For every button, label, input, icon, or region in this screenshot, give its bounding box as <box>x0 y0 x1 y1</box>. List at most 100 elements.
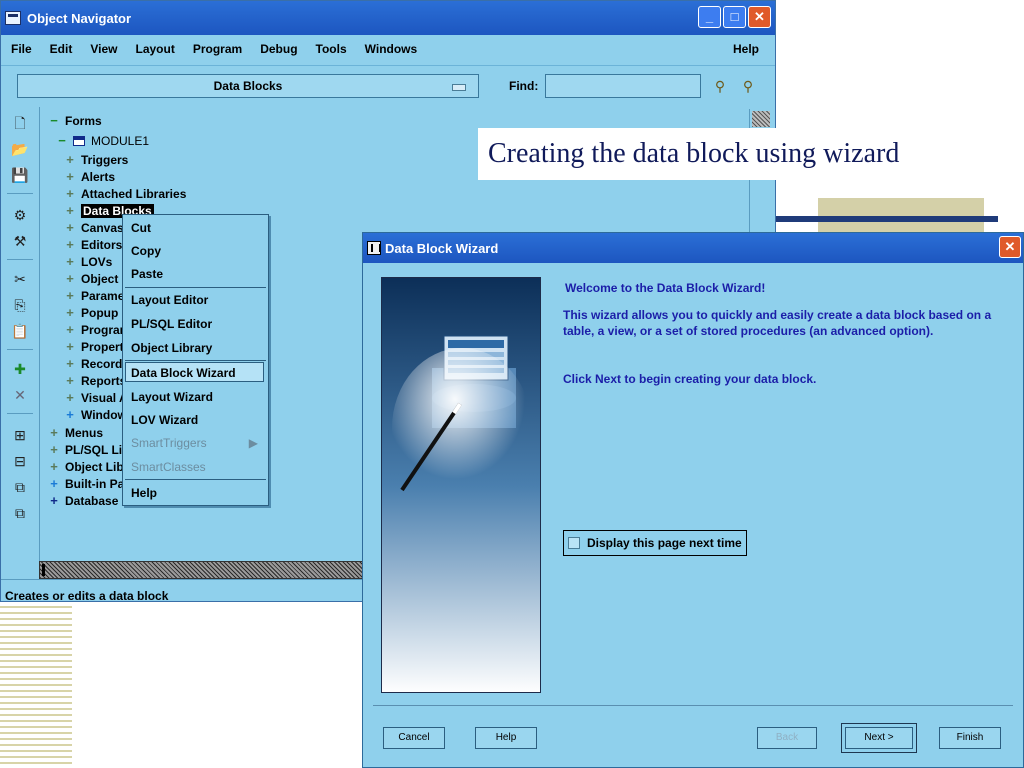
paste-icon[interactable]: 📋 <box>9 321 31 341</box>
menu-separator <box>125 287 266 288</box>
menu-help[interactable]: Help <box>733 42 759 56</box>
create-icon[interactable]: ✚ <box>9 359 31 379</box>
expand-node-icon[interactable]: + <box>64 289 76 303</box>
expand-icon[interactable]: ⊞ <box>9 425 31 445</box>
find-next-icon[interactable]: ⚲ <box>711 78 729 94</box>
tree-node[interactable]: + Editors <box>64 237 122 253</box>
toolbar-separator <box>7 259 33 260</box>
back-button[interactable]: Back <box>757 727 817 749</box>
menu-program[interactable]: Program <box>193 42 242 56</box>
menu-file[interactable]: File <box>11 42 32 56</box>
cut-icon[interactable]: ✂ <box>9 269 31 289</box>
tree-node[interactable]: + Menus <box>48 425 103 441</box>
dropdown-icon <box>452 84 466 91</box>
minimize-button[interactable]: _ <box>698 6 721 28</box>
expand-node-icon[interactable]: + <box>48 477 60 491</box>
collapse-node-icon[interactable]: − <box>48 114 60 128</box>
expand-node-icon[interactable]: + <box>64 187 76 201</box>
tree-node-module[interactable]: − MODULE1 <box>56 133 149 149</box>
save-icon[interactable]: 💾 <box>9 165 31 185</box>
menu-item-object-library[interactable]: Object Library <box>129 338 264 358</box>
navigator-title: Object Navigator <box>27 10 132 26</box>
submenu-arrow-icon: ▶ <box>248 436 258 450</box>
expand-node-icon[interactable]: + <box>64 391 76 405</box>
tree-node[interactable]: + Alerts <box>64 169 115 185</box>
object-type-dropdown[interactable]: Data Blocks <box>17 74 479 98</box>
expand-node-icon[interactable]: + <box>64 408 76 422</box>
menu-item-layout-wizard[interactable]: Layout Wizard <box>129 387 264 407</box>
expand-node-icon[interactable]: + <box>64 221 76 235</box>
tree-node[interactable]: + LOVs <box>64 254 112 270</box>
navigator-toolbar: Data Blocks Find: ⚲ ⚲ <box>1 65 775 105</box>
slide-title-banner: Creating the data block using wizard <box>478 128 1001 180</box>
menu-item-data-block-wizard[interactable]: Data Block Wizard <box>125 362 264 382</box>
new-file-icon[interactable]: 🗋 <box>9 113 31 133</box>
expand-node-icon[interactable]: + <box>48 443 60 457</box>
close-button[interactable]: ✕ <box>748 6 771 28</box>
checkbox-unchecked-icon <box>568 537 580 549</box>
tree-node[interactable]: + Triggers <box>64 152 128 168</box>
menu-item-lov-wizard[interactable]: LOV Wizard <box>129 410 264 430</box>
expand-node-icon[interactable]: + <box>48 460 60 474</box>
navigator-titlebar: Object Navigator _ □ ✕ <box>1 1 775 35</box>
run-form-icon[interactable]: ⚙ <box>9 205 31 225</box>
expand-all-icon[interactable]: ⧉ <box>9 477 31 497</box>
delete-icon[interactable]: ✕ <box>9 385 31 405</box>
decorative-stripes <box>0 600 72 768</box>
collapse-icon[interactable]: ⊟ <box>9 451 31 471</box>
menu-item-paste[interactable]: Paste <box>129 264 264 284</box>
cancel-button[interactable]: Cancel <box>383 727 445 749</box>
menu-tools[interactable]: Tools <box>316 42 347 56</box>
expand-node-icon[interactable]: + <box>64 153 76 167</box>
expand-node-icon[interactable]: + <box>64 255 76 269</box>
debug-icon[interactable]: ⚒ <box>9 231 31 251</box>
expand-node-icon[interactable]: + <box>64 204 76 218</box>
menu-layout[interactable]: Layout <box>135 42 174 56</box>
maximize-button[interactable]: □ <box>723 6 746 28</box>
next-button[interactable]: Next > <box>841 723 917 753</box>
decorative-line <box>776 216 998 222</box>
menu-windows[interactable]: Windows <box>365 42 418 56</box>
horizontal-scrollbar[interactable] <box>39 561 369 579</box>
wizard-heading: Welcome to the Data Block Wizard! <box>565 281 766 295</box>
find-input[interactable] <box>545 74 701 98</box>
tree-node[interactable]: + Attached Libraries <box>64 186 186 202</box>
menu-view[interactable]: View <box>90 42 117 56</box>
menu-item-copy[interactable]: Copy <box>129 241 264 261</box>
object-type-value: Data Blocks <box>213 79 283 93</box>
scroll-thumb[interactable] <box>752 111 770 127</box>
expand-node-icon[interactable]: + <box>48 426 60 440</box>
open-folder-icon[interactable]: 📂 <box>9 139 31 159</box>
expand-node-icon[interactable]: + <box>64 306 76 320</box>
expand-node-icon[interactable]: + <box>48 494 60 508</box>
left-toolbar: 🗋 📂 💾 ⚙ ⚒ ✂ ⎘ 📋 ✚ ✕ ⊞ ⊟ ⧉ ⧉ <box>3 109 35 579</box>
find-previous-icon[interactable]: ⚲ <box>739 78 757 94</box>
expand-node-icon[interactable]: + <box>64 374 76 388</box>
collapse-all-icon[interactable]: ⧉ <box>9 503 31 523</box>
menu-item-smart-classes: SmartClasses <box>131 460 206 474</box>
copy-icon[interactable]: ⎘ <box>9 295 31 315</box>
help-button[interactable]: Help <box>475 727 537 749</box>
menu-item-layout-editor[interactable]: Layout Editor <box>129 290 264 310</box>
menu-item-help[interactable]: Help <box>129 483 264 503</box>
menu-item-cut[interactable]: Cut <box>129 218 264 238</box>
module-icon <box>73 136 85 146</box>
collapse-node-icon[interactable]: − <box>56 134 68 148</box>
finish-button[interactable]: Finish <box>939 727 1001 749</box>
expand-node-icon[interactable]: + <box>64 170 76 184</box>
menu-edit[interactable]: Edit <box>50 42 73 56</box>
tree-node[interactable]: + Reports <box>64 373 126 389</box>
menu-item-plsql-editor[interactable]: PL/SQL Editor <box>129 314 264 334</box>
menu-debug[interactable]: Debug <box>260 42 297 56</box>
expand-node-icon[interactable]: + <box>64 272 76 286</box>
wizard-close-button[interactable]: ✕ <box>999 236 1021 258</box>
expand-node-icon[interactable]: + <box>64 340 76 354</box>
wizard-app-icon <box>367 241 381 255</box>
expand-node-icon[interactable]: + <box>64 323 76 337</box>
tree-node-forms[interactable]: − Forms <box>48 113 101 129</box>
expand-node-icon[interactable]: + <box>64 357 76 371</box>
toolbar-separator <box>7 349 33 350</box>
wizard-magic-wand-illustration <box>382 278 540 692</box>
expand-node-icon[interactable]: + <box>64 238 76 252</box>
display-page-checkbox[interactable]: Display this page next time <box>563 530 747 556</box>
